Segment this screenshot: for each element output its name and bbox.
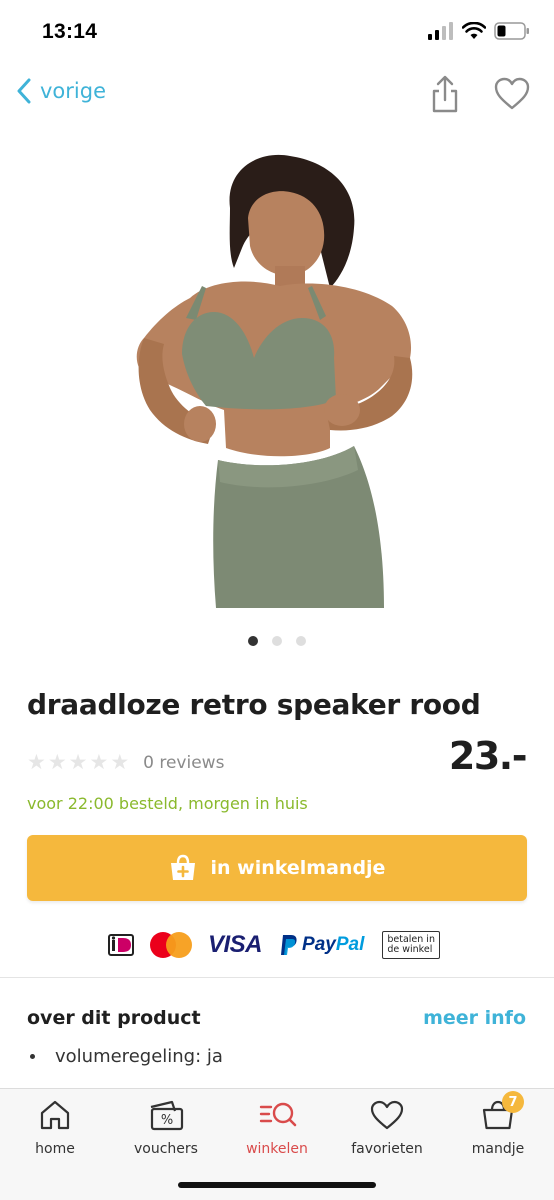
share-button[interactable] <box>426 74 464 114</box>
back-label: vorige <box>40 79 106 103</box>
star-icon: ★ <box>110 751 130 774</box>
product-image[interactable] <box>130 148 424 608</box>
image-pager <box>0 636 554 646</box>
battery-icon <box>494 22 529 40</box>
tab-vouchers[interactable]: % vouchers <box>116 1097 216 1163</box>
status-time: 13:14 <box>42 20 98 43</box>
favorite-button[interactable] <box>492 74 532 114</box>
tab-favorieten-label: favorieten <box>351 1141 423 1157</box>
tab-mandje-label: mandje <box>471 1141 525 1157</box>
pager-dot-3[interactable] <box>296 636 306 646</box>
add-to-cart-label: in winkelmandje <box>210 857 386 879</box>
home-icon <box>40 1100 70 1130</box>
product-title: draadloze retro speaker rood <box>27 688 481 721</box>
chevron-left-icon <box>17 78 31 104</box>
share-icon <box>432 75 458 113</box>
feature-item: volumeregeling: ja <box>27 1046 223 1067</box>
tab-favorieten[interactable]: favorieten <box>337 1097 437 1163</box>
home-indicator <box>178 1182 376 1188</box>
shop-search-icon <box>259 1102 297 1127</box>
bullet <box>30 1054 35 1059</box>
tab-home[interactable]: home <box>5 1097 105 1163</box>
more-info-link[interactable]: meer info <box>423 1007 526 1029</box>
star-icon: ★ <box>89 751 109 774</box>
paypal-logo: PayPal <box>280 934 364 956</box>
star-icon: ★ <box>47 751 67 774</box>
star-icon: ★ <box>27 751 46 774</box>
visa-logo: VISA <box>208 931 263 958</box>
status-bar: 13:14 <box>0 0 554 66</box>
heart-icon <box>494 77 530 110</box>
status-icons <box>428 22 530 40</box>
about-title: over dit product <box>27 1007 201 1029</box>
paypal-pal: Pal <box>335 934 365 955</box>
svg-text:%: % <box>161 1113 173 1128</box>
star-rating: ★ ★ ★ ★ ★ <box>27 752 129 774</box>
price: 23.- <box>448 734 528 778</box>
tab-home-label: home <box>35 1141 75 1157</box>
cart-count-badge: 7 <box>502 1091 524 1113</box>
pager-dot-1[interactable] <box>248 636 258 646</box>
delivery-info: voor 22:00 besteld, morgen in huis <box>27 794 308 813</box>
tab-winkelen[interactable]: winkelen <box>227 1097 327 1163</box>
voucher-icon: % <box>150 1100 184 1131</box>
divider <box>0 977 554 978</box>
nav-bar: vorige <box>0 66 554 126</box>
add-to-cart-button[interactable]: in winkelmandje <box>27 835 527 901</box>
review-count: 0 reviews <box>143 753 225 773</box>
basket-plus-icon <box>170 854 195 880</box>
payment-methods: VISA PayPal betalen in de winkel <box>108 928 441 962</box>
tab-winkelen-label: winkelen <box>246 1141 308 1157</box>
product-photo <box>136 154 413 608</box>
mastercard-logo <box>150 932 192 958</box>
store-line2: de winkel <box>387 944 433 955</box>
back-button[interactable]: vorige <box>16 78 106 104</box>
feature-text: volumeregeling: ja <box>55 1046 223 1067</box>
paypal-pay: Pay <box>302 934 336 955</box>
pay-in-store-badge: betalen in de winkel <box>382 931 441 959</box>
rating-row[interactable]: ★ ★ ★ ★ ★ 0 reviews <box>27 752 224 774</box>
ideal-logo <box>108 934 134 956</box>
wifi-icon <box>462 22 486 39</box>
tab-mandje[interactable]: 7 mandje <box>448 1091 548 1163</box>
tab-vouchers-label: vouchers <box>134 1141 198 1157</box>
star-icon: ★ <box>68 751 88 774</box>
heart-icon <box>370 1100 404 1130</box>
pager-dot-2[interactable] <box>272 636 282 646</box>
signal-icon <box>428 22 453 40</box>
